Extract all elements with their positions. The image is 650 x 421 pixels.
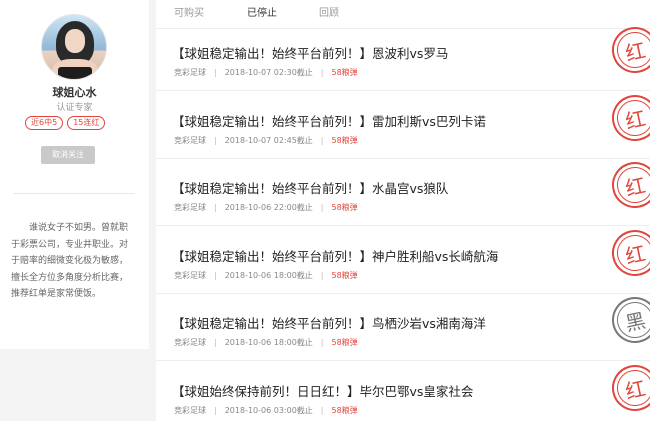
item-title[interactable]: 【球姐稳定输出！始终平台前列！】鸟栖沙岩vs湘南海洋	[172, 313, 486, 332]
tab-bar: 可购买 已停止 回顾	[156, 0, 650, 24]
item-price: 58粮弹	[331, 338, 358, 347]
item-title[interactable]: 【球姐稳定输出！始终平台前列！】神户胜利船vs长崎航海	[172, 246, 498, 265]
item-meta: 竞彩足球 | 2018-10-07 02:45截止 | 58粮弹	[174, 135, 358, 146]
record-badge-recent: 近6中5	[25, 116, 64, 130]
item-price: 58粮弹	[331, 271, 358, 280]
meta-separator: |	[214, 406, 217, 415]
tab-available[interactable]: 可购买	[174, 4, 204, 19]
item-title[interactable]: 【球姐稳定输出！始终平台前列！】水晶宫vs狼队	[172, 178, 448, 197]
meta-separator: |	[214, 68, 217, 77]
user-bio: 谁说女子不如男。曾就职于彩票公司，专业井职业。对于赔率的细微变化极为敏感，擅长全…	[11, 223, 129, 299]
win-stamp: 红	[607, 90, 650, 146]
item-deadline: 2018-10-07 02:45截止	[224, 136, 313, 145]
user-title: 认证专家	[56, 103, 93, 113]
meta-separator: |	[320, 338, 324, 347]
page: 球姐心水 认证专家 近6中5 15连红 取消关注 谁说女子不如男。曾就职于彩票公…	[0, 0, 650, 421]
meta-separator: |	[214, 136, 217, 145]
item-deadline: 2018-10-06 22:00截止	[224, 203, 313, 212]
item-deadline: 2018-10-06 18:00截止	[224, 271, 313, 280]
item-deadline: 2018-10-06 18:00截止	[224, 338, 313, 347]
item-price: 58粮弹	[331, 68, 358, 77]
avatar-face	[65, 29, 85, 53]
item-meta: 竞彩足球 | 2018-10-07 02:30截止 | 58粮弹	[174, 67, 358, 78]
list-item[interactable]: 【球姐稳定输出！始终平台前列！】神户胜利船vs长崎航海竞彩足球 | 2018-10-…	[156, 225, 650, 294]
loss-stamp: 黑	[607, 292, 650, 348]
meta-separator: |	[214, 271, 217, 280]
item-category: 竞彩足球	[174, 68, 206, 77]
meta-separator: |	[320, 136, 324, 145]
item-deadline: 2018-10-06 03:00截止	[224, 406, 313, 415]
item-title[interactable]: 【球姐稳定输出！始终平台前列！】恩波利vs罗马	[172, 43, 448, 62]
meta-separator: |	[320, 68, 324, 77]
win-stamp: 红	[607, 157, 650, 213]
item-price: 58粮弹	[331, 136, 358, 145]
list-item[interactable]: 【球姐稳定输出！始终平台前列！】雷加利斯vs巴列卡诺竞彩足球 | 2018-10-0…	[156, 90, 650, 159]
item-deadline: 2018-10-07 02:30截止	[224, 68, 313, 77]
win-stamp: 红	[607, 22, 650, 78]
item-price: 58粮弹	[331, 203, 358, 212]
list-item[interactable]: 【球姐稳定输出！始终平台前列！】水晶宫vs狼队竞彩足球 | 2018-10-06 2…	[156, 157, 650, 226]
item-category: 竞彩足球	[174, 406, 206, 415]
sidebar-divider	[13, 193, 135, 194]
meta-separator: |	[214, 203, 217, 212]
item-category: 竞彩足球	[174, 338, 206, 347]
item-meta: 竞彩足球 | 2018-10-06 03:00截止 | 58粮弹	[174, 405, 358, 416]
item-meta: 竞彩足球 | 2018-10-06 18:00截止 | 58粮弹	[174, 337, 358, 348]
user-name: 球姐心水	[52, 86, 97, 99]
list-item[interactable]: 【球姐稳定输出！始终平台前列！】鸟栖沙岩vs湘南海洋竞彩足球 | 2018-10-0…	[156, 292, 650, 361]
unfollow-button[interactable]: 取消关注	[41, 146, 95, 164]
meta-separator: |	[320, 203, 324, 212]
list-item[interactable]: 【球姐始终保持前列！日日红！】毕尔巴鄂vs皇家社会竞彩足球 | 2018-10-06…	[156, 360, 650, 421]
profile-sidebar: 球姐心水 认证专家 近6中5 15连红 取消关注 谁说女子不如男。曾就职于彩票公…	[0, 0, 149, 349]
item-meta: 竞彩足球 | 2018-10-06 22:00截止 | 58粮弹	[174, 202, 358, 213]
item-price: 58粮弹	[331, 406, 358, 415]
item-title[interactable]: 【球姐始终保持前列！日日红！】毕尔巴鄂vs皇家社会	[172, 381, 473, 400]
avatar[interactable]	[41, 14, 107, 80]
record-badges: 近6中5 15连红	[25, 116, 106, 130]
meta-separator: |	[320, 406, 324, 415]
tab-stopped[interactable]: 已停止	[247, 4, 277, 19]
record-badge-streak: 15连红	[67, 116, 106, 130]
recommendation-list-panel: 可购买 已停止 回顾 【球姐稳定输出！始终平台前列！】恩波利vs罗马竞彩足球 | 2…	[156, 0, 650, 421]
meta-separator: |	[214, 338, 217, 347]
list-item[interactable]: 【球姐稳定输出！始终平台前列！】恩波利vs罗马竞彩足球 | 2018-10-07 0…	[156, 22, 650, 91]
item-meta: 竞彩足球 | 2018-10-06 18:00截止 | 58粮弹	[174, 270, 358, 281]
tab-review[interactable]: 回顾	[319, 4, 339, 19]
item-category: 竞彩足球	[174, 136, 206, 145]
win-stamp: 红	[607, 360, 650, 416]
item-category: 竞彩足球	[174, 203, 206, 212]
win-stamp: 红	[607, 225, 650, 281]
item-category: 竞彩足球	[174, 271, 206, 280]
item-title[interactable]: 【球姐稳定输出！始终平台前列！】雷加利斯vs巴列卡诺	[172, 111, 486, 130]
avatar-top	[58, 67, 92, 79]
meta-separator: |	[320, 271, 324, 280]
